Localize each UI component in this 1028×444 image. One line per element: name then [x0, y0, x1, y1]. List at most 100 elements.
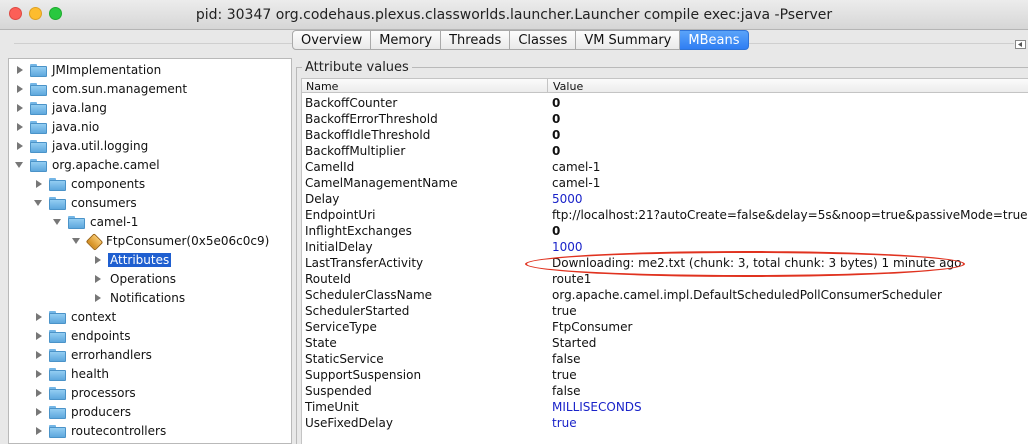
tree-node[interactable]: camel-1	[53, 213, 138, 231]
expand-icon[interactable]	[34, 388, 44, 398]
tree-node[interactable]: context	[34, 308, 116, 326]
collapse-icon[interactable]	[53, 217, 63, 227]
tab-memory[interactable]: Memory	[371, 30, 442, 50]
tree-node[interactable]: health	[34, 365, 109, 383]
column-header-name[interactable]: Name	[306, 80, 338, 93]
attribute-name: State	[305, 336, 337, 350]
table-row[interactable]: BackoffIdleThreshold 0	[302, 127, 1028, 143]
tab-vm-summary[interactable]: VM Summary	[576, 30, 681, 50]
tree-node-notifications[interactable]: Notifications	[93, 289, 185, 307]
collapse-icon[interactable]	[72, 236, 82, 246]
attribute-value[interactable]: Downloading: me2.txt (chunk: 3, total ch…	[552, 256, 1028, 270]
tree-node[interactable]: routecontrollers	[34, 422, 166, 440]
tree-node[interactable]: consumers	[34, 194, 137, 212]
expand-icon[interactable]	[34, 331, 44, 341]
tree-node[interactable]: processors	[34, 384, 136, 402]
expand-icon[interactable]	[15, 122, 25, 132]
attribute-value[interactable]: MILLISECONDS	[552, 400, 1028, 414]
tab-overview[interactable]: Overview	[292, 30, 372, 50]
table-row[interactable]: Suspended false	[302, 383, 1028, 399]
tree-node-attributes[interactable]: Attributes	[93, 251, 172, 269]
table-row[interactable]: SupportSuspension true	[302, 367, 1028, 383]
table-row[interactable]: State Started	[302, 335, 1028, 351]
tree-node[interactable]: com.sun.management	[15, 80, 187, 98]
attribute-value[interactable]: 0	[552, 144, 1028, 158]
expand-icon[interactable]	[34, 312, 44, 322]
tree-node[interactable]: FtpConsumer(0x5e06c0c9)	[72, 232, 269, 250]
expand-icon[interactable]	[34, 426, 44, 436]
expand-icon[interactable]	[93, 274, 103, 284]
attribute-value[interactable]: 0	[552, 96, 1028, 110]
tab-mbeans[interactable]: MBeans	[680, 30, 749, 50]
attribute-value[interactable]: 5000	[552, 192, 1028, 206]
table-row[interactable]: CamelManagementName camel-1	[302, 175, 1028, 191]
table-row[interactable]: EndpointUri ftp://localhost:21?autoCreate…	[302, 207, 1028, 223]
tab-scroll-icon[interactable]	[1015, 40, 1026, 49]
column-resize-handle[interactable]	[547, 79, 548, 93]
table-row[interactable]: BackoffMultiplier 0	[302, 143, 1028, 159]
table-row[interactable]: InflightExchanges 0	[302, 223, 1028, 239]
tree-node[interactable]: java.util.logging	[15, 137, 148, 155]
column-header-value[interactable]: Value	[553, 80, 583, 93]
attribute-value[interactable]: route1	[552, 272, 1028, 286]
tree-node[interactable]: producers	[34, 403, 131, 421]
expand-icon[interactable]	[34, 407, 44, 417]
attribute-value[interactable]: false	[552, 352, 1028, 366]
table-row[interactable]: Delay 5000	[302, 191, 1028, 207]
table-row[interactable]: TimeUnit MILLISECONDS	[302, 399, 1028, 415]
attribute-value[interactable]: false	[552, 384, 1028, 398]
attribute-value[interactable]: org.apache.camel.impl.DefaultScheduledPo…	[552, 288, 1028, 302]
table-row[interactable]: CamelId camel-1	[302, 159, 1028, 175]
tree-node[interactable]: org.apache.camel	[15, 156, 160, 174]
tree-node[interactable]: java.lang	[15, 99, 107, 117]
expand-icon[interactable]	[34, 350, 44, 360]
table-row[interactable]: StaticService false	[302, 351, 1028, 367]
attribute-value[interactable]: true	[552, 368, 1028, 382]
attribute-value[interactable]: true	[552, 304, 1028, 318]
table-row[interactable]: LastTransferActivity Downloading: me2.txt…	[302, 255, 1028, 271]
collapse-icon[interactable]	[34, 198, 44, 208]
attribute-value[interactable]: 0	[552, 112, 1028, 126]
tree-node[interactable]: endpoints	[34, 327, 130, 345]
table-row[interactable]: ServiceType FtpConsumer	[302, 319, 1028, 335]
attribute-value[interactable]: camel-1	[552, 160, 1028, 174]
table-row[interactable]: SchedulerClassName org.apache.camel.impl.…	[302, 287, 1028, 303]
attribute-table[interactable]: Name Value BackoffCounter 0 BackoffErrorTh…	[301, 78, 1028, 444]
attribute-value[interactable]: Started	[552, 336, 1028, 350]
attribute-value[interactable]: 0	[552, 224, 1028, 238]
attribute-value[interactable]: FtpConsumer	[552, 320, 1028, 334]
attribute-value[interactable]: camel-1	[552, 176, 1028, 190]
tree-node-label: health	[71, 367, 109, 381]
tree-node[interactable]: JMImplementation	[15, 61, 161, 79]
table-row[interactable]: UseFixedDelay true	[302, 415, 1028, 431]
expand-icon[interactable]	[34, 369, 44, 379]
table-row[interactable]: SchedulerStarted true	[302, 303, 1028, 319]
tree-node[interactable]: components	[34, 175, 145, 193]
table-row[interactable]: BackoffErrorThreshold 0	[302, 111, 1028, 127]
folder-icon	[30, 120, 47, 134]
tab-threads[interactable]: Threads	[441, 30, 511, 50]
table-row[interactable]: RouteId route1	[302, 271, 1028, 287]
tree-node-label: errorhandlers	[71, 348, 152, 362]
tree-node-operations[interactable]: Operations	[93, 270, 176, 288]
mbean-tree[interactable]: JMImplementation com.sun.management java…	[8, 58, 292, 444]
attribute-value[interactable]: true	[552, 416, 1028, 430]
expand-icon[interactable]	[34, 179, 44, 189]
expand-icon[interactable]	[15, 103, 25, 113]
attribute-value[interactable]: ftp://localhost:21?autoCreate=false&dela…	[552, 208, 1028, 222]
expand-icon[interactable]	[93, 255, 103, 265]
expand-icon[interactable]	[15, 65, 25, 75]
tab-classes[interactable]: Classes	[510, 30, 577, 50]
attribute-value[interactable]: 0	[552, 128, 1028, 142]
tree-node[interactable]: errorhandlers	[34, 346, 152, 364]
tree-node[interactable]: java.nio	[15, 118, 99, 136]
table-row[interactable]: BackoffCounter 0	[302, 95, 1028, 111]
collapse-icon[interactable]	[15, 160, 25, 170]
expand-icon[interactable]	[93, 293, 103, 303]
attribute-value[interactable]: 1000	[552, 240, 1028, 254]
attribute-name: BackoffCounter	[305, 96, 398, 110]
expand-icon[interactable]	[15, 84, 25, 94]
expand-icon[interactable]	[15, 141, 25, 151]
folder-icon	[30, 139, 47, 153]
table-row[interactable]: InitialDelay 1000	[302, 239, 1028, 255]
